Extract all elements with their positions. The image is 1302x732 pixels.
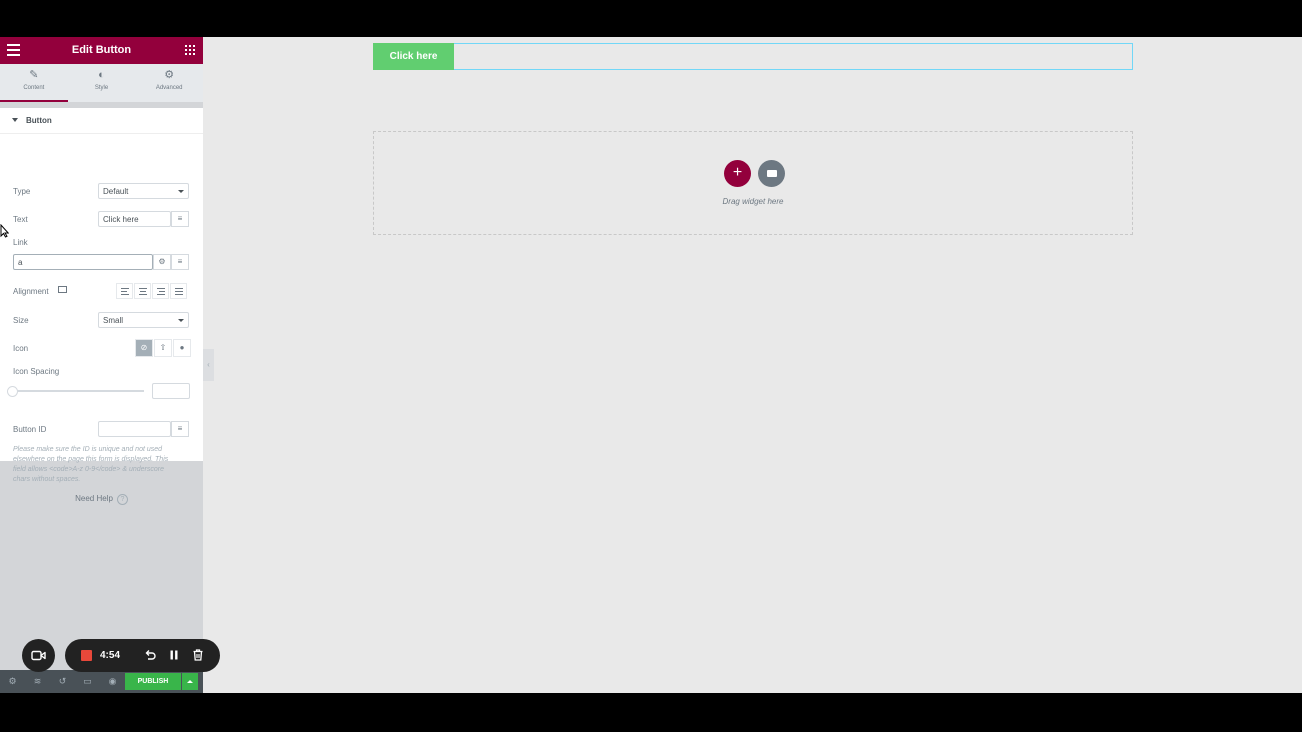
navigator-layers-icon[interactable]: ≋ (25, 676, 50, 687)
icon-choice-buttons: ⊘ ⇧ ● (135, 339, 191, 357)
link-input[interactable]: a (13, 254, 153, 270)
recording-control-bar: 4:54 (65, 639, 220, 672)
history-icon[interactable]: ↺ (50, 676, 75, 687)
publish-button[interactable]: PUBLISH (125, 673, 181, 690)
recording-timer: 4:54 (100, 650, 121, 661)
caret-down-icon (12, 118, 18, 122)
selected-button-widget[interactable]: Click here (373, 43, 1133, 70)
tab-content[interactable]: ✎ Content (0, 64, 68, 102)
responsive-mode-icon[interactable]: ▭ (75, 676, 100, 687)
section-toggle-button[interactable]: Button (0, 108, 203, 134)
trash-icon[interactable] (191, 648, 205, 662)
settings-gear-icon[interactable]: ⚙ (0, 676, 25, 687)
collapse-panel-chevron-left-icon[interactable]: ‹ (203, 349, 214, 381)
link-options-gear-icon[interactable]: ⚙ (153, 254, 171, 270)
icon-spacing-label: Icon Spacing (13, 367, 60, 376)
template-library-folder-icon[interactable] (758, 160, 785, 187)
alignment-label: Alignment (13, 287, 49, 296)
panel-header: Edit Button (0, 37, 203, 64)
chevron-down-icon (178, 319, 184, 322)
icon-spacing-slider-track[interactable] (13, 390, 144, 392)
add-section-drop-zone: + Drag widget here (373, 131, 1133, 235)
pencil-icon: ✎ (29, 69, 39, 81)
link-label: Link (13, 238, 28, 247)
size-label: Size (13, 316, 29, 325)
button-id-dynamic-tags-icon[interactable]: ≡ (171, 421, 189, 437)
publish-options-chevron-up-icon[interactable] (182, 673, 198, 690)
dynamic-tags-icon[interactable]: ≡ (171, 211, 189, 227)
editor-window: Edit Button ✎ Content ◐ Style ⚙ Advanced (0, 37, 1302, 693)
desktop-responsive-icon[interactable] (58, 286, 67, 293)
panel-title: Edit Button (71, 44, 132, 56)
size-select[interactable]: Small (98, 312, 189, 328)
text-input[interactable]: Click here (98, 211, 171, 227)
drag-widget-hint: Drag widget here (722, 197, 784, 206)
gear-icon: ⚙ (164, 69, 175, 81)
question-icon: ? (116, 494, 128, 505)
icon-spacing-input[interactable] (152, 383, 190, 399)
no-icon-ban-icon[interactable]: ⊘ (135, 339, 153, 357)
need-help-link[interactable]: Need Help? (0, 494, 203, 505)
icon-spacing-slider-handle[interactable] (7, 386, 18, 397)
alignment-buttons (116, 283, 187, 299)
button-id-help-text: Please make sure the ID is unique and no… (13, 446, 169, 483)
mouse-pointer-icon (0, 224, 9, 238)
editor-panel: Edit Button ✎ Content ◐ Style ⚙ Advanced (0, 37, 203, 693)
icon-label: Icon (13, 344, 29, 353)
click-here-button[interactable]: Click here (373, 43, 454, 70)
pause-icon[interactable] (167, 648, 181, 662)
text-label: Text (13, 215, 28, 224)
tab-advanced[interactable]: ⚙ Advanced (135, 64, 203, 102)
circle-icon[interactable]: ● (173, 339, 191, 357)
camera-toggle-button[interactable] (22, 639, 55, 672)
section-title: Button (26, 116, 52, 125)
upload-icon[interactable]: ⇧ (154, 339, 172, 357)
controls-section: Button Type Default Text Click here ≡ Li… (0, 108, 203, 483)
type-select[interactable]: Default (98, 183, 189, 199)
align-center-button[interactable] (134, 283, 151, 299)
align-right-button[interactable] (152, 283, 169, 299)
half-circle-icon: ◐ (98, 69, 105, 81)
add-section-plus-icon[interactable]: + (724, 160, 751, 187)
button-id-input[interactable] (98, 421, 171, 437)
video-camera-icon (31, 650, 46, 661)
tab-style[interactable]: ◐ Style (68, 64, 136, 102)
align-left-button[interactable] (116, 283, 133, 299)
panel-footer: ⚙ ≋ ↺ ▭ ◉ PUBLISH (0, 670, 203, 693)
chevron-down-icon (178, 190, 184, 193)
link-dynamic-tags-icon[interactable]: ≡ (171, 254, 189, 270)
widgets-grid-icon[interactable] (185, 45, 195, 55)
stop-recording-button[interactable] (81, 650, 92, 661)
button-id-label: Button ID (13, 425, 47, 434)
align-justify-button[interactable] (170, 283, 187, 299)
undo-icon[interactable] (143, 648, 157, 662)
type-label: Type (13, 187, 31, 196)
preview-eye-icon[interactable]: ◉ (100, 676, 125, 687)
panel-tabs: ✎ Content ◐ Style ⚙ Advanced (0, 64, 203, 102)
